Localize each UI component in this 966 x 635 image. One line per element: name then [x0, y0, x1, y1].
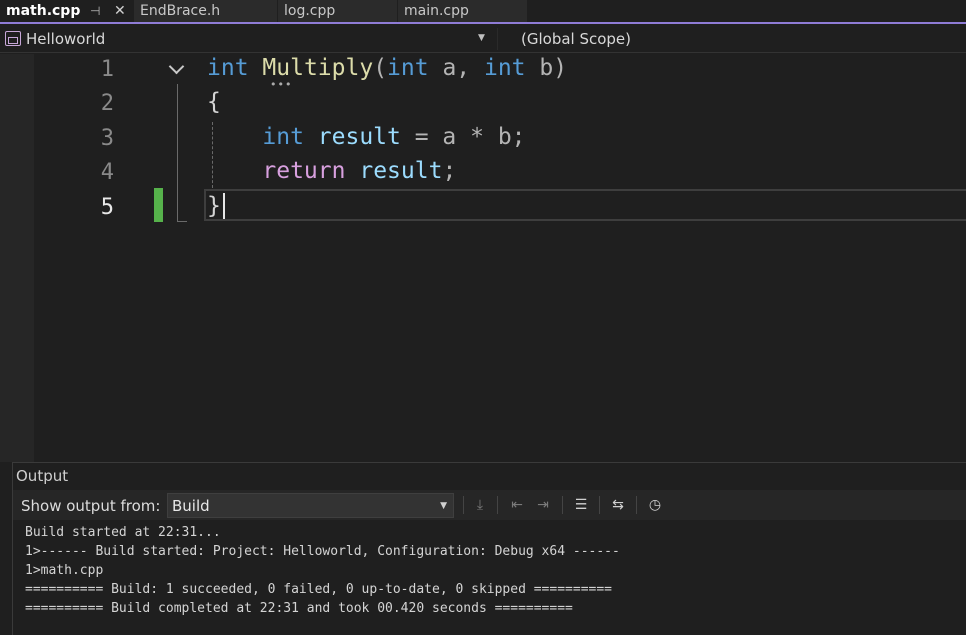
text-caret — [223, 193, 225, 219]
show-output-label: Show output from: — [21, 497, 161, 515]
keyword: return — [262, 158, 346, 184]
divider — [497, 496, 498, 514]
line-number: 3 — [100, 126, 114, 151]
panel-title: Output — [16, 467, 69, 485]
divider — [599, 496, 600, 514]
punctuation: ; — [442, 158, 457, 184]
fold-guide — [177, 84, 178, 222]
line-number: 1 — [100, 57, 114, 82]
code-line-1: int Multiply(int a, int b) — [207, 55, 567, 81]
next-message-icon[interactable]: ⇥ — [533, 495, 553, 515]
tab-main-cpp[interactable]: main.cpp — [398, 0, 528, 22]
log-line: ========== Build completed at 22:31 and … — [25, 601, 573, 616]
previous-message-icon[interactable]: ⇤ — [507, 495, 527, 515]
code-line-2: { — [207, 89, 221, 115]
parameter: b) — [525, 55, 568, 81]
fold-guide-end — [177, 221, 187, 222]
collapse-chevron-icon[interactable] — [168, 61, 188, 77]
current-line-highlight — [204, 189, 966, 221]
divider — [497, 28, 498, 50]
code-line-5: } — [207, 193, 221, 219]
chevron-down-icon: ▼ — [440, 501, 447, 511]
divider — [463, 496, 464, 514]
keyword: int — [483, 55, 526, 81]
editor-left-margin — [0, 54, 34, 462]
divider — [636, 496, 637, 514]
tab-label: math.cpp — [6, 3, 81, 19]
expression: = a * b; — [400, 124, 526, 150]
output-toolbar: Show output from: Build ▼ ⤓ ⇤ ⇥ ☰ ⇆ ◷ — [13, 490, 966, 520]
brace: } — [207, 193, 221, 219]
suggestion-dots[interactable]: ••• — [270, 78, 292, 91]
output-log[interactable]: Build started at 22:31... 1>------ Build … — [25, 523, 620, 618]
clock-icon[interactable]: ◷ — [645, 495, 665, 515]
pin-icon[interactable]: ⊣ — [90, 0, 100, 22]
project-icon — [5, 31, 21, 46]
keyword: int — [387, 55, 429, 81]
selected-source: Build — [172, 497, 210, 515]
variable: result — [317, 124, 401, 150]
line-number: 2 — [100, 91, 114, 116]
code-editor[interactable] — [34, 54, 966, 462]
output-source-select[interactable]: Build ▼ — [167, 493, 454, 518]
project-dropdown[interactable]: Helloworld — [26, 30, 105, 48]
keyword: int — [262, 124, 304, 150]
chevron-down-icon[interactable]: ▼ — [478, 33, 485, 43]
log-line: ========== Build: 1 succeeded, 0 failed,… — [25, 582, 612, 597]
clear-all-icon[interactable]: ☰ — [571, 495, 591, 515]
tab-label: EndBrace.h — [140, 3, 221, 19]
navigation-bar: Helloworld ▼ (Global Scope) — [0, 26, 966, 53]
log-line: 1>------ Build started: Project: Hellowo… — [25, 544, 620, 559]
output-panel: Output Show output from: Build ▼ ⤓ ⇤ ⇥ ☰… — [12, 462, 966, 635]
scope-dropdown[interactable]: (Global Scope) — [521, 30, 631, 48]
variable: result — [359, 158, 443, 184]
parameter: a, — [428, 55, 484, 81]
document-tab-bar: math.cpp ⊣ ✕ EndBrace.h log.cpp main.cpp — [0, 0, 966, 24]
brace: { — [207, 89, 221, 115]
tab-log-cpp[interactable]: log.cpp — [278, 0, 398, 22]
log-line: 1>math.cpp — [25, 563, 104, 578]
tab-label: log.cpp — [284, 3, 336, 19]
line-number: 4 — [100, 160, 114, 185]
find-message-in-code-icon[interactable]: ⤓ — [470, 495, 490, 515]
keyword: int — [207, 55, 249, 81]
toggle-word-wrap-icon[interactable]: ⇆ — [608, 495, 628, 515]
tab-endbrace-h[interactable]: EndBrace.h — [134, 0, 278, 22]
log-line: Build started at 22:31... — [25, 525, 221, 540]
close-icon[interactable]: ✕ — [114, 0, 126, 22]
code-line-4: return result; — [207, 158, 456, 184]
tab-label: main.cpp — [404, 3, 469, 19]
code-line-3: int result = a * b; — [207, 124, 526, 150]
divider — [562, 496, 563, 514]
punctuation: ( — [373, 55, 388, 81]
line-number-current: 5 — [100, 195, 114, 220]
change-tracking-marker — [154, 188, 163, 222]
tab-math-cpp[interactable]: math.cpp ⊣ ✕ — [0, 0, 134, 22]
